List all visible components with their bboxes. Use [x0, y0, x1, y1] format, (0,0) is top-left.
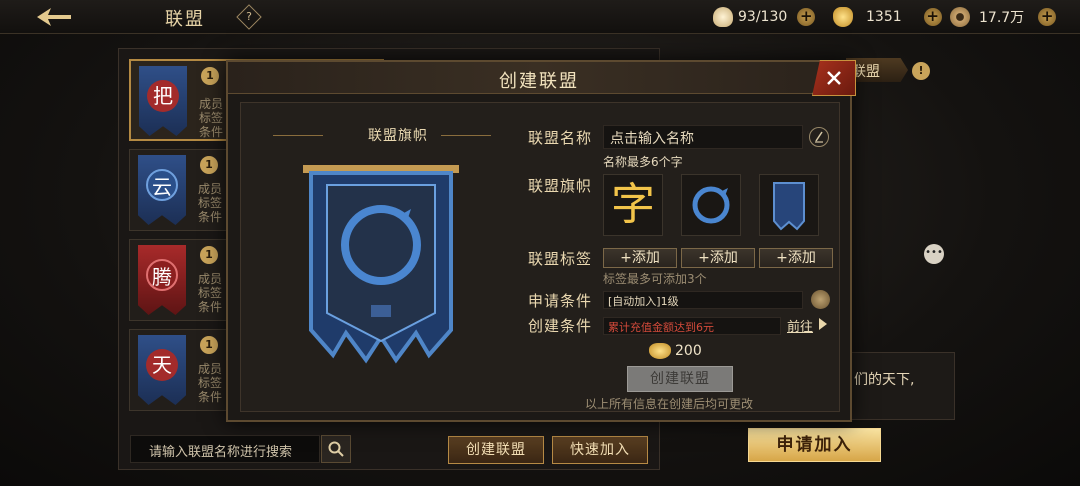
confirm-create-button[interactable]: 创建联盟: [627, 366, 733, 392]
search-icon[interactable]: [321, 435, 351, 463]
food-value: 93/130: [738, 9, 788, 25]
flag-shape-option[interactable]: [759, 174, 819, 236]
flag-text-glyph: 字: [611, 179, 655, 230]
cond-label: 条件: [198, 390, 223, 404]
apply-condition-value[interactable]: [自动加入]1级: [603, 291, 803, 309]
rank-badge: 1: [200, 336, 218, 354]
edit-icon[interactable]: [809, 127, 829, 147]
resource-food: 93/130 +: [713, 7, 816, 27]
dialog-title: 创建联盟: [499, 71, 579, 92]
alliance-banner: 把: [139, 66, 187, 136]
dialog-body: 联盟旗帜 联盟名称 点击输入名称 名称最多6个字 联盟旗帜 字 联盟标签 +添加…: [240, 102, 840, 412]
alliance-banner: 腾: [138, 245, 186, 315]
gold-ingot-icon: [833, 7, 853, 27]
add-tag-button[interactable]: +添加: [681, 248, 755, 268]
dialog-header: 创建联盟: [228, 62, 850, 94]
cond-label: 条件: [199, 125, 224, 139]
gold-ingot-icon: [649, 343, 671, 359]
add-food-button[interactable]: +: [797, 8, 816, 26]
warning-icon[interactable]: !: [912, 62, 930, 80]
gear-icon[interactable]: [811, 290, 830, 309]
create-condition-value: 累计充值金额达到6元: [603, 317, 781, 335]
apply-condition-label: 申请条件: [528, 292, 593, 310]
gold-value: 1351: [866, 9, 902, 25]
create-condition-label: 创建条件: [528, 317, 593, 335]
alliance-banner: 天: [138, 335, 186, 405]
tag-hint: 标签最多可添加3个: [603, 272, 707, 286]
coin-value: 17.7万: [979, 10, 1025, 26]
alliance-motto: 们的天下,: [845, 352, 955, 420]
top-bar: 联盟 ? 93/130 + 1351 + 17.7万 +: [0, 0, 1080, 34]
name-hint: 名称最多6个字: [603, 155, 683, 169]
rank-badge: 1: [201, 67, 219, 85]
arrow-right-icon[interactable]: [819, 318, 827, 330]
rank-badge: 1: [200, 246, 218, 264]
banner-glyph: 腾: [146, 259, 178, 291]
add-tag-button[interactable]: +添加: [759, 248, 833, 268]
tag-label: 联盟标签: [528, 250, 593, 268]
help-icon[interactable]: ?: [236, 4, 262, 30]
help-glyph: ?: [246, 10, 252, 23]
search-input[interactable]: 请输入联盟名称进行搜索: [130, 435, 320, 463]
food-icon: [713, 7, 733, 27]
resource-coin: 17.7万 +: [950, 7, 1057, 27]
banner-glyph: 天: [146, 349, 178, 381]
cond-label: 条件: [198, 300, 223, 314]
alliance-banner: 云: [138, 155, 186, 225]
flag-text-option[interactable]: 字: [603, 174, 663, 236]
name-label: 联盟名称: [528, 129, 593, 147]
create-cost: 200: [675, 343, 702, 359]
flag-emblem-option[interactable]: [681, 174, 741, 236]
page-title: 联盟: [165, 9, 205, 30]
quick-join-button[interactable]: 快速加入: [552, 436, 648, 464]
banner-glyph: 把: [147, 80, 179, 112]
cond-label: 条件: [198, 210, 223, 224]
back-arrow-icon[interactable]: [30, 4, 76, 30]
create-alliance-dialog: 创建联盟 联盟旗帜 联盟名称 点击输入名称 名称最多6个字 联盟旗帜 字 联盟标…: [226, 60, 856, 422]
resource-gold: 1351 +: [833, 7, 942, 27]
add-coin-button[interactable]: +: [1038, 8, 1057, 26]
footer-note: 以上所有信息在创建后均可更改: [585, 397, 754, 411]
apply-join-button[interactable]: 申请加入: [748, 428, 881, 462]
create-alliance-button[interactable]: 创建联盟: [448, 436, 544, 464]
banner-glyph: 云: [146, 169, 178, 201]
add-tag-button[interactable]: +添加: [603, 248, 677, 268]
copper-coin-icon: [950, 7, 970, 27]
divider: [441, 135, 491, 136]
rank-badge: 1: [200, 156, 218, 174]
alliance-name-input[interactable]: 点击输入名称: [603, 125, 803, 149]
banner-preview: [303, 165, 459, 364]
flag-label: 联盟旗帜: [528, 177, 593, 195]
add-gold-button[interactable]: +: [923, 8, 942, 26]
chat-icon[interactable]: •••: [924, 244, 944, 264]
goto-link[interactable]: 前往: [787, 316, 813, 335]
